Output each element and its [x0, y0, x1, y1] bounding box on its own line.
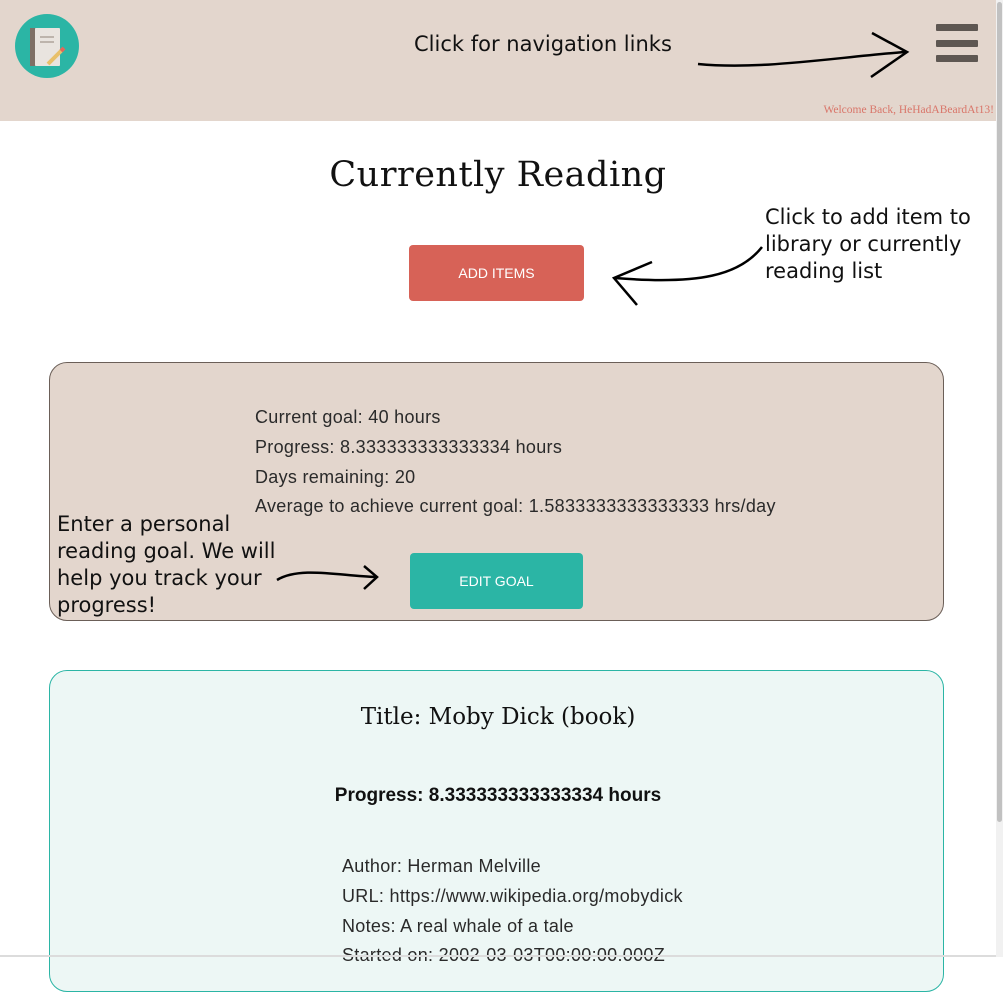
nav-annotation: Click for navigation links — [414, 32, 672, 56]
item-progress: Progress: 8.333333333333334 hours — [334, 785, 662, 806]
goal-annotation-line: reading goal. We will — [57, 539, 276, 563]
current-goal: Current goal: 40 hours — [255, 407, 441, 427]
goal-annotation-line: help you track your — [57, 566, 262, 590]
add-items-button[interactable]: ADD ITEMS — [409, 245, 584, 301]
scrollbar-thumb[interactable] — [997, 2, 1002, 822]
add-annotation-line: library or currently — [765, 232, 962, 256]
welcome-message: Welcome Back, HeHadABeardAt13! — [823, 104, 994, 116]
hamburger-menu-icon[interactable] — [936, 24, 978, 64]
goal-annotation-arrow — [276, 565, 379, 590]
goal-progress: Progress: 8.333333333333334 hours — [255, 437, 563, 457]
item-notes: Notes: A real whale of a tale — [342, 916, 574, 936]
page-title: Currently Reading — [329, 155, 667, 195]
notebook-icon[interactable] — [15, 14, 79, 78]
item-author: Author: Herman Melville — [342, 856, 541, 876]
add-annotation-line: Click to add item to — [765, 205, 971, 229]
average-required: Average to achieve current goal: 1.58333… — [255, 496, 776, 516]
add-annotation-line: reading list — [765, 259, 883, 283]
item-title: Title: Moby Dick (book) — [360, 704, 636, 730]
edit-goal-button[interactable]: EDIT GOAL — [410, 553, 583, 609]
days-remaining: Days remaining: 20 — [255, 467, 416, 487]
goal-annotation-line: Enter a personal — [57, 512, 231, 536]
item-url: URL: https://www.wikipedia.org/mobydick — [342, 886, 683, 906]
goal-annotation-line: progress! — [57, 593, 157, 617]
header-bar: Welcome Back, HeHadABeardAt13! — [0, 0, 996, 121]
